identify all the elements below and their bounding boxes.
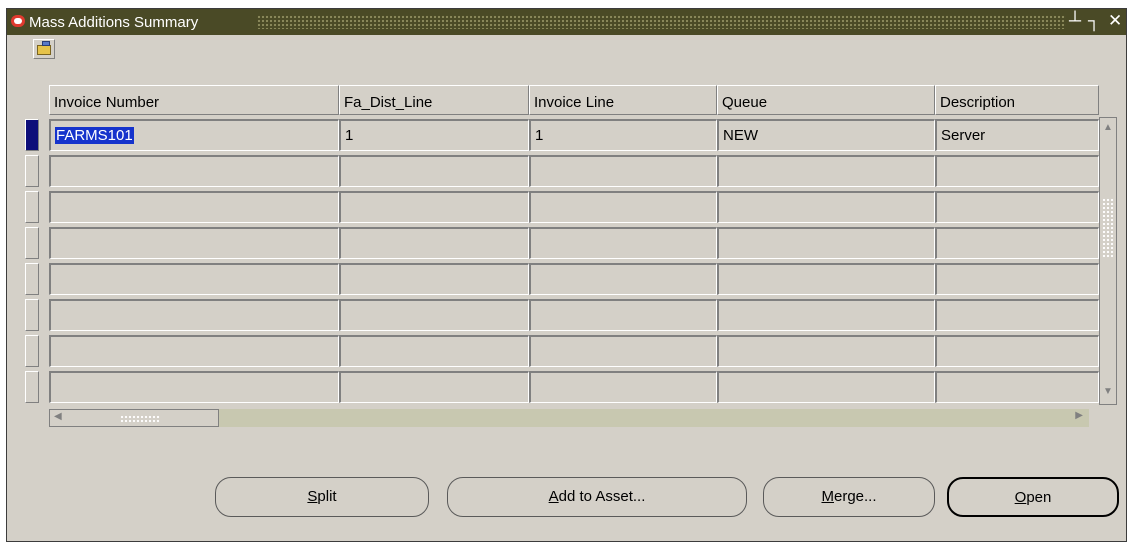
fa-dist-line-field[interactable] (339, 299, 529, 331)
invoice-line-field[interactable] (529, 335, 717, 367)
add-to-asset-button-label: dd to Asset... (558, 488, 646, 505)
fa-dist-line-field[interactable]: 1 (339, 119, 529, 151)
description-field[interactable] (935, 335, 1099, 367)
description-field[interactable] (935, 263, 1099, 295)
minimize-icon[interactable]: ┴ (1069, 11, 1081, 31)
folder-open-icon (37, 41, 51, 55)
fa-dist-line-field[interactable] (339, 191, 529, 223)
invoice-line-field[interactable] (529, 263, 717, 295)
description-field[interactable]: Server (935, 119, 1099, 151)
invoice-line-field[interactable] (529, 299, 717, 331)
scroll-up-icon[interactable]: ▲ (1102, 122, 1114, 136)
row-marker[interactable] (25, 155, 39, 187)
invoice-number-field[interactable] (49, 335, 339, 367)
merge-button[interactable]: Merge... (763, 477, 935, 517)
scroll-right-icon[interactable]: ▶ (1075, 410, 1083, 421)
open-button[interactable]: Open (947, 477, 1119, 517)
invoice-number-field[interactable] (49, 371, 339, 403)
row-marker[interactable] (25, 371, 39, 403)
open-button-mnemonic: O (1014, 489, 1027, 506)
open-folder-button[interactable] (33, 39, 55, 59)
merge-button-mnemonic: M (821, 488, 834, 505)
row-marker[interactable] (25, 335, 39, 367)
fa-dist-line-field[interactable] (339, 263, 529, 295)
invoice-number-field[interactable] (49, 191, 339, 223)
row-marker[interactable] (25, 191, 39, 223)
invoice-line-field[interactable] (529, 227, 717, 259)
queue-field[interactable] (717, 155, 935, 187)
queue-field[interactable] (717, 263, 935, 295)
queue-field[interactable] (717, 299, 935, 331)
scroll-left-icon[interactable]: ◀ (54, 411, 62, 422)
row-marker[interactable] (25, 227, 39, 259)
merge-button-label: erge... (833, 488, 877, 505)
row-marker[interactable] (25, 119, 39, 151)
description-field[interactable] (935, 155, 1099, 187)
split-button[interactable]: Split (215, 477, 429, 517)
scroll-grip (120, 415, 160, 423)
invoice-line-field[interactable] (529, 155, 717, 187)
invoice-line-field[interactable] (529, 371, 717, 403)
column-header-invoice-number[interactable]: Invoice Number (49, 85, 339, 115)
fa-dist-line-field[interactable] (339, 155, 529, 187)
queue-field[interactable] (717, 191, 935, 223)
invoice-number-field[interactable] (49, 227, 339, 259)
description-field[interactable] (935, 299, 1099, 331)
horizontal-scrollbar[interactable]: ◀ ▶ (49, 409, 1089, 427)
queue-field[interactable]: NEW (717, 119, 935, 151)
description-field[interactable] (935, 371, 1099, 403)
fa-dist-line-field[interactable] (339, 371, 529, 403)
column-header-invoice-line[interactable]: Invoice Line (529, 85, 717, 115)
invoice-line-field[interactable]: 1 (529, 119, 717, 151)
row-marker[interactable] (25, 299, 39, 331)
scroll-down-icon[interactable]: ▼ (1102, 386, 1114, 400)
invoice-number-field[interactable] (49, 299, 339, 331)
open-button-label: pen (1026, 489, 1052, 506)
column-header-description[interactable]: Description (935, 85, 1099, 115)
description-field[interactable] (935, 227, 1099, 259)
restore-icon[interactable]: ┐ (1088, 11, 1100, 31)
window-title: Mass Additions Summary (29, 14, 199, 31)
invoice-number-field[interactable] (49, 155, 339, 187)
add-to-asset-button-mnemonic: A (548, 488, 559, 505)
fa-dist-line-field[interactable] (339, 335, 529, 367)
vertical-scroll-thumb[interactable] (1102, 198, 1114, 258)
column-header-fa-dist-line[interactable]: Fa_Dist_Line (339, 85, 529, 115)
invoice-line-field[interactable] (529, 191, 717, 223)
title-bar-texture (257, 15, 1066, 29)
queue-field[interactable] (717, 335, 935, 367)
add-to-asset-button[interactable]: Add to Asset... (447, 477, 747, 517)
oracle-logo-icon (11, 15, 25, 27)
queue-field[interactable] (717, 227, 935, 259)
split-button-mnemonic: S (307, 488, 318, 505)
description-field[interactable] (935, 191, 1099, 223)
selected-text: FARMS101 (55, 127, 134, 144)
column-header-queue[interactable]: Queue (717, 85, 935, 115)
horizontal-scroll-thumb[interactable]: ◀ (49, 409, 219, 427)
vertical-scrollbar[interactable]: ▲ ▼ (1099, 117, 1117, 405)
title-bar[interactable]: Mass Additions Summary ┴ ┐ ✕ (7, 9, 1126, 35)
close-icon[interactable]: ✕ (1108, 11, 1122, 31)
invoice-number-field[interactable] (49, 263, 339, 295)
split-button-label: plit (317, 488, 337, 505)
fa-dist-line-field[interactable] (339, 227, 529, 259)
queue-field[interactable] (717, 371, 935, 403)
mass-additions-window: Mass Additions Summary ┴ ┐ ✕ Invoice Num… (6, 8, 1127, 542)
invoice-number-field[interactable]: FARMS101 (49, 119, 339, 151)
row-marker[interactable] (25, 263, 39, 295)
